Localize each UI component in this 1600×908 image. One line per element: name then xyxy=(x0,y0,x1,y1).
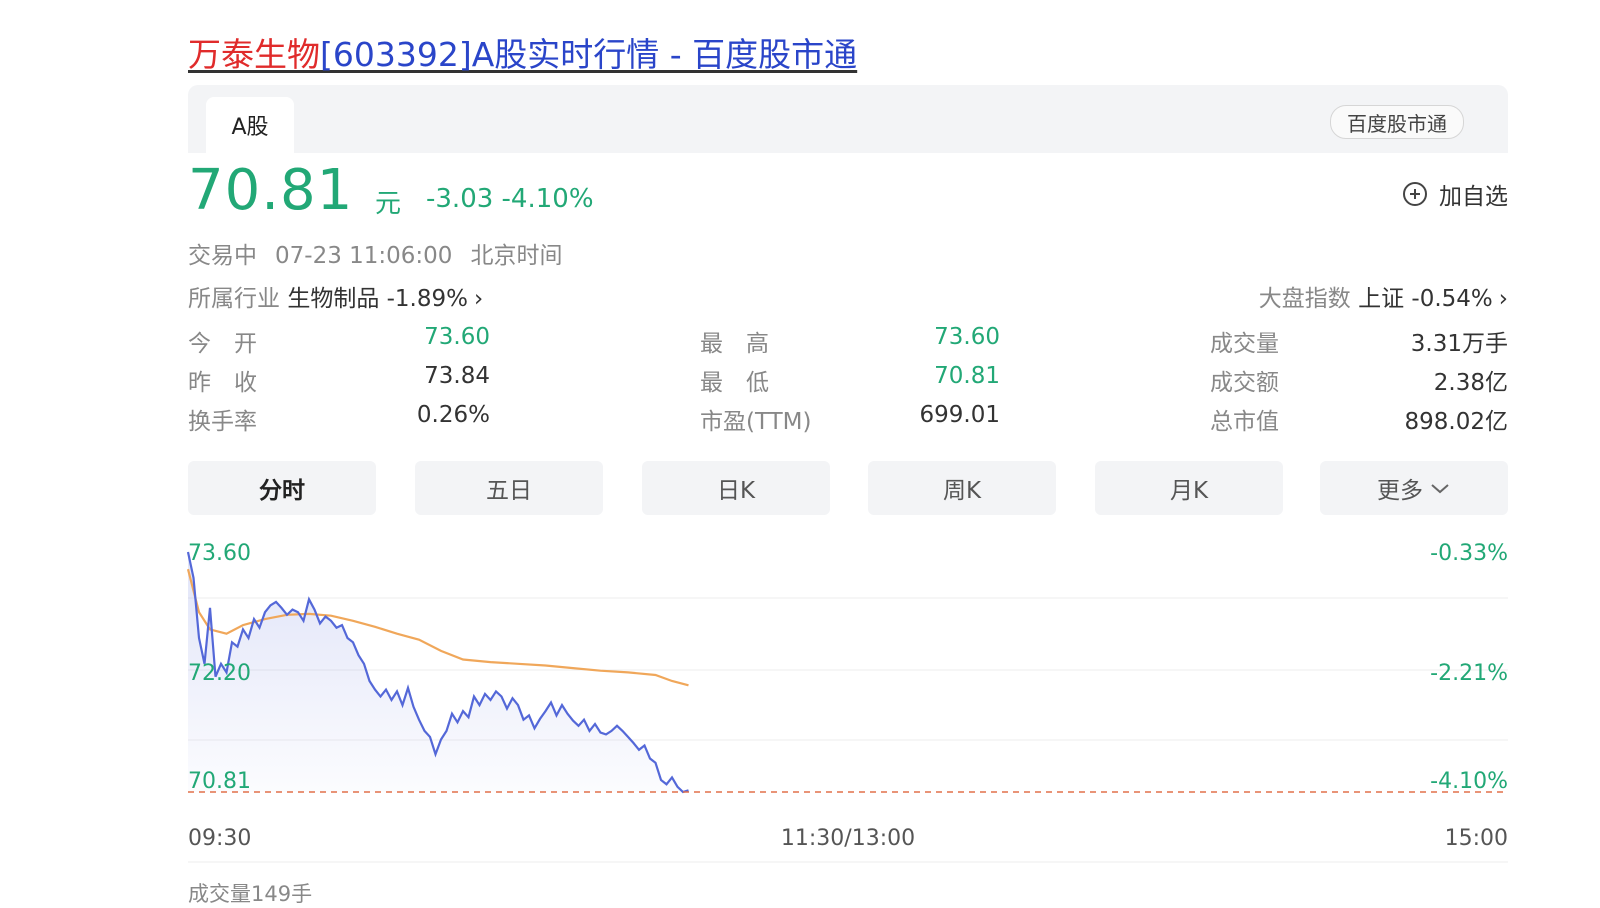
index-name: 上证 xyxy=(1358,286,1405,312)
price-change: -3.03 -4.10% xyxy=(426,184,594,214)
price-unit: 元 xyxy=(375,189,402,219)
stat-value: 73.60 xyxy=(424,324,490,350)
industry-link[interactable]: 所属行业 生物制品 -1.89% › xyxy=(188,279,483,313)
period-tab-intraday[interactable]: 分时 xyxy=(188,461,376,515)
index-pct: -0.54% xyxy=(1411,286,1493,312)
stat-value: 2.38亿 xyxy=(1433,370,1508,396)
title-rest: [603392]A股实时行情 - 百度股市通 xyxy=(320,35,858,74)
stat-value: 73.84 xyxy=(424,363,490,389)
y-label-right-low: -4.10% xyxy=(1430,769,1508,794)
current-price: 70.81 xyxy=(188,158,354,223)
period-tab-daily[interactable]: 日K xyxy=(642,461,830,515)
intraday-chart[interactable]: 73.60 72.20 70.81 -0.33% -2.21% -4.10% 0… xyxy=(0,530,1600,870)
trading-status: 交易中 07-23 11:06:00 北京时间 xyxy=(188,236,580,270)
y-label-right-mid: -2.21% xyxy=(1430,661,1508,686)
period-tab-more[interactable]: 更多 xyxy=(1320,461,1508,515)
more-label: 更多 xyxy=(1377,478,1423,504)
plus-circle-icon xyxy=(1403,182,1427,206)
market-tab-bar: A股 百度股市通 xyxy=(188,85,1508,153)
x-label-close: 15:00 xyxy=(1445,826,1508,851)
status-text: 交易中 xyxy=(188,243,257,269)
y-label-left-low: 70.81 xyxy=(188,769,251,794)
industry-name: 生物制品 xyxy=(287,286,380,312)
x-label-open: 09:30 xyxy=(188,826,251,851)
y-label-right-high: -0.33% xyxy=(1430,541,1508,566)
source-badge[interactable]: 百度股市通 xyxy=(1330,105,1464,139)
chevron-right-icon: › xyxy=(474,286,484,312)
tab-a-share[interactable]: A股 xyxy=(206,97,294,153)
stat-label: 最 低 xyxy=(700,370,769,396)
stat-value: 0.26% xyxy=(416,402,490,428)
stat-label: 市盈(TTM) xyxy=(700,409,812,435)
volume-label: 成交量149手 xyxy=(188,882,313,906)
stat-label: 成交额 xyxy=(1210,370,1279,396)
stat-label: 昨 收 xyxy=(188,370,257,396)
y-label-left-mid: 72.20 xyxy=(188,661,251,686)
stock-name: 万泰生物 xyxy=(188,35,320,74)
quote-timezone: 北京时间 xyxy=(470,243,563,269)
chevron-down-icon xyxy=(1431,484,1449,494)
quote-datetime: 07-23 11:06:00 xyxy=(275,243,453,269)
stat-value: 898.02亿 xyxy=(1404,409,1508,435)
x-label-midday: 11:30/13:00 xyxy=(781,826,915,851)
change-percent: -4.10% xyxy=(501,184,594,214)
industry-label: 所属行业 xyxy=(188,286,280,312)
page-title-link[interactable]: 万泰生物[603392]A股实时行情 - 百度股市通 xyxy=(188,28,857,76)
stat-value: 699.01 xyxy=(919,402,1000,428)
change-amount: -3.03 xyxy=(426,184,494,214)
y-label-left-high: 73.60 xyxy=(188,541,251,566)
stat-value: 3.31万手 xyxy=(1410,331,1508,357)
add-watchlist-label: 加自选 xyxy=(1439,184,1508,210)
stat-label: 最 高 xyxy=(700,331,769,357)
stat-label: 成交量 xyxy=(1210,331,1279,357)
period-tab-monthly[interactable]: 月K xyxy=(1095,461,1283,515)
period-tab-5day[interactable]: 五日 xyxy=(415,461,603,515)
industry-pct: -1.89% xyxy=(386,286,468,312)
stat-label: 换手率 xyxy=(188,409,257,435)
period-tabs: 分时 五日 日K 周K 月K 更多 xyxy=(188,461,1508,515)
stat-value: 70.81 xyxy=(934,363,1000,389)
index-label: 大盘指数 xyxy=(1258,286,1351,312)
market-index-link[interactable]: 大盘指数 上证 -0.54% › xyxy=(1259,279,1508,313)
add-watchlist-button[interactable]: 加自选 xyxy=(1403,177,1508,211)
period-tab-weekly[interactable]: 周K xyxy=(868,461,1056,515)
stat-value: 73.60 xyxy=(934,324,1000,350)
stat-label: 今 开 xyxy=(188,331,257,357)
stat-label: 总市值 xyxy=(1210,409,1279,435)
chevron-right-icon: › xyxy=(1498,286,1508,312)
